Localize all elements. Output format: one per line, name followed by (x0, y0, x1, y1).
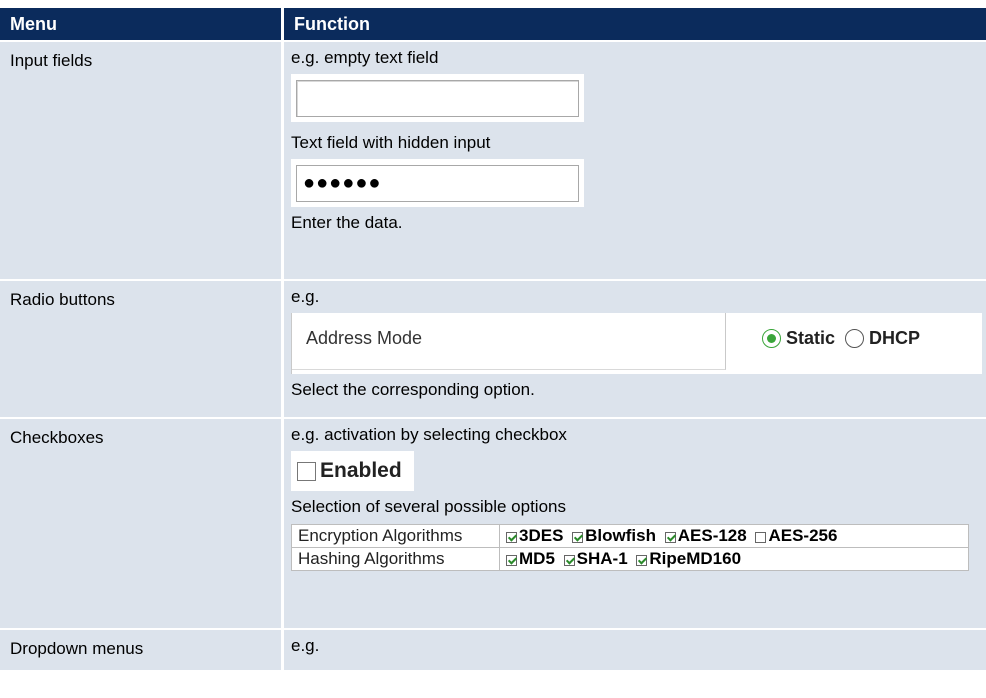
option-label-blowfish: Blowfish (585, 526, 656, 545)
table-header-row: Menu Function (0, 8, 986, 40)
function-cell-input-fields: e.g. empty text field Text field with hi… (284, 42, 986, 279)
function-cell-dropdown: e.g. (284, 630, 986, 670)
radio-dhcp-label: DHCP (869, 328, 921, 348)
table-row-input-fields: Input fields e.g. empty text field Text … (0, 42, 986, 279)
header-menu: Menu (0, 8, 281, 40)
option-label-sha-1: SHA-1 (576, 549, 628, 568)
enabled-checkbox-label: Enabled (320, 459, 402, 482)
option-label-3des: 3DES (519, 526, 564, 545)
hidden-text-field-demo: ●●●●●● (291, 159, 584, 207)
checkbox-3des[interactable] (506, 532, 517, 543)
checkbox-aes-128[interactable] (664, 532, 676, 543)
password-field[interactable]: ●●●●●● (296, 165, 579, 202)
enabled-checkbox[interactable] (297, 461, 316, 481)
option-label-ripemd160: RipeMD160 (649, 549, 742, 568)
enabled-checkbox-demo: Enabled (291, 451, 414, 491)
radio-desc-1: e.g. (291, 287, 320, 306)
menu-cell-dropdown: Dropdown menus (0, 630, 281, 670)
empty-text-field-demo (291, 74, 584, 122)
function-cell-checkboxes: e.g. activation by selecting checkbox En… (284, 419, 986, 628)
menu-cell-checkboxes: Checkboxes (0, 419, 281, 628)
checkbox-desc-2: Selection of several possible options (291, 497, 566, 516)
address-mode-demo: Address Mode Static DHCP (291, 313, 982, 374)
checkbox-blowfish[interactable] (572, 532, 584, 543)
grid-row-hashing: Hashing Algorithms MD5 SHA-1 RipeMD160 (291, 547, 969, 571)
radio-static-label: Static (786, 328, 836, 348)
grid-label-hashing: Hashing Algorithms (291, 547, 500, 571)
menu-cell-input-fields: Input fields (0, 42, 281, 279)
radio-static[interactable] (762, 329, 781, 348)
grid-options-encryption: 3DES Blowfish AES-128 AES-256 (499, 524, 969, 548)
input-fields-desc-3: Enter the data. (291, 213, 403, 232)
dropdown-desc-1: e.g. (291, 636, 320, 655)
option-label-aes-256: AES-256 (768, 526, 838, 545)
address-mode-options: Static DHCP (762, 328, 920, 349)
input-fields-desc-2: Text field with hidden input (291, 133, 491, 152)
checkbox-sha-1[interactable] (563, 555, 575, 566)
empty-text-field[interactable] (296, 80, 579, 117)
radio-desc-2: Select the corresponding option. (291, 380, 535, 399)
option-label-aes-128: AES-128 (677, 526, 747, 545)
input-fields-desc-1: e.g. empty text field (291, 48, 439, 67)
table-row-checkboxes: Checkboxes e.g. activation by selecting … (0, 419, 986, 628)
function-table: Menu Function Input fields e.g. empty te… (0, 6, 986, 672)
header-function: Function (284, 8, 986, 40)
checkbox-ripemd160[interactable] (636, 555, 648, 566)
checkbox-aes-256[interactable] (755, 532, 767, 543)
menu-cell-radio-buttons: Radio buttons (0, 281, 281, 417)
grid-row-encryption: Encryption Algorithms 3DES Blowfish AES-… (291, 524, 969, 548)
checkbox-desc-1: e.g. activation by selecting checkbox (291, 425, 567, 444)
option-label-md5: MD5 (519, 549, 555, 568)
algorithm-options-grid: Encryption Algorithms 3DES Blowfish AES-… (291, 524, 969, 571)
checkbox-md5[interactable] (506, 555, 517, 566)
radio-dhcp[interactable] (845, 329, 865, 348)
grid-options-hashing: MD5 SHA-1 RipeMD160 (499, 547, 969, 571)
grid-label-encryption: Encryption Algorithms (291, 524, 500, 548)
address-mode-label: Address Mode (292, 313, 726, 370)
table-row-radio-buttons: Radio buttons e.g. Address Mode Static D… (0, 281, 986, 417)
table-row-dropdown: Dropdown menus e.g. (0, 630, 986, 670)
function-cell-radio-buttons: e.g. Address Mode Static DHCP Select the… (284, 281, 986, 417)
